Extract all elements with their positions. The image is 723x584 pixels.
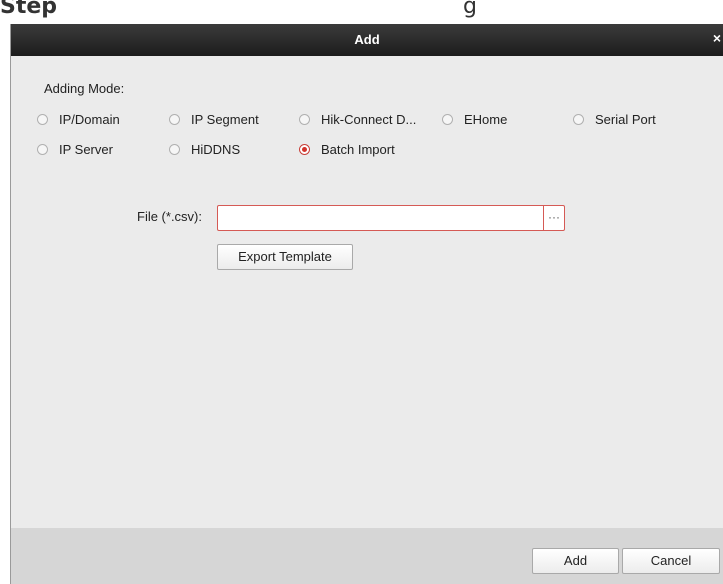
dialog-title: Add (354, 32, 380, 47)
radio-indicator (573, 114, 584, 125)
radio-ehome[interactable]: EHome (442, 112, 507, 127)
add-button[interactable]: Add (532, 548, 619, 574)
close-icon[interactable]: × (713, 30, 721, 46)
radio-indicator-selected (299, 144, 310, 155)
radio-label: EHome (464, 112, 508, 127)
export-template-button[interactable]: Export Template (217, 244, 353, 270)
radio-indicator (37, 144, 48, 155)
radio-label: HiDDNS (191, 142, 241, 157)
file-csv-label: File (*.csv): (137, 209, 202, 224)
radio-label: IP Server (59, 142, 113, 157)
radio-serial-port[interactable]: Serial Port (573, 112, 656, 127)
file-path-field: ··· (217, 205, 565, 231)
radio-label: Hik-Connect D... (321, 112, 417, 127)
background-heading-fragment: Step (0, 0, 58, 19)
background-page-fragment: Step g (0, 0, 723, 24)
radio-label: Serial Port (595, 112, 656, 127)
radio-indicator (169, 114, 180, 125)
add-device-dialog: Add × Adding Mode: IP/Domain IP Segment … (10, 24, 723, 584)
radio-indicator (299, 114, 310, 125)
adding-mode-label: Adding Mode: (44, 81, 125, 96)
radio-hik-connect[interactable]: Hik-Connect D... (299, 112, 416, 127)
cancel-button[interactable]: Cancel (622, 548, 720, 574)
radio-indicator (442, 114, 453, 125)
radio-indicator (37, 114, 48, 125)
file-path-input[interactable] (218, 206, 543, 230)
radio-hiddns[interactable]: HiDDNS (169, 142, 240, 157)
dialog-footer: Add Cancel (11, 528, 723, 584)
browse-button[interactable]: ··· (543, 206, 564, 230)
radio-indicator (169, 144, 180, 155)
radio-label: Batch Import (321, 142, 395, 157)
radio-batch-import[interactable]: Batch Import (299, 142, 395, 157)
radio-label: IP Segment (191, 112, 259, 127)
dialog-titlebar: Add × (11, 24, 723, 56)
radio-label: IP/Domain (59, 112, 120, 127)
dialog-content: Adding Mode: IP/Domain IP Segment Hik-Co… (11, 56, 723, 528)
background-text-fragment: g (463, 0, 477, 19)
radio-ip-domain[interactable]: IP/Domain (37, 112, 120, 127)
radio-ip-server[interactable]: IP Server (37, 142, 113, 157)
radio-ip-segment[interactable]: IP Segment (169, 112, 259, 127)
